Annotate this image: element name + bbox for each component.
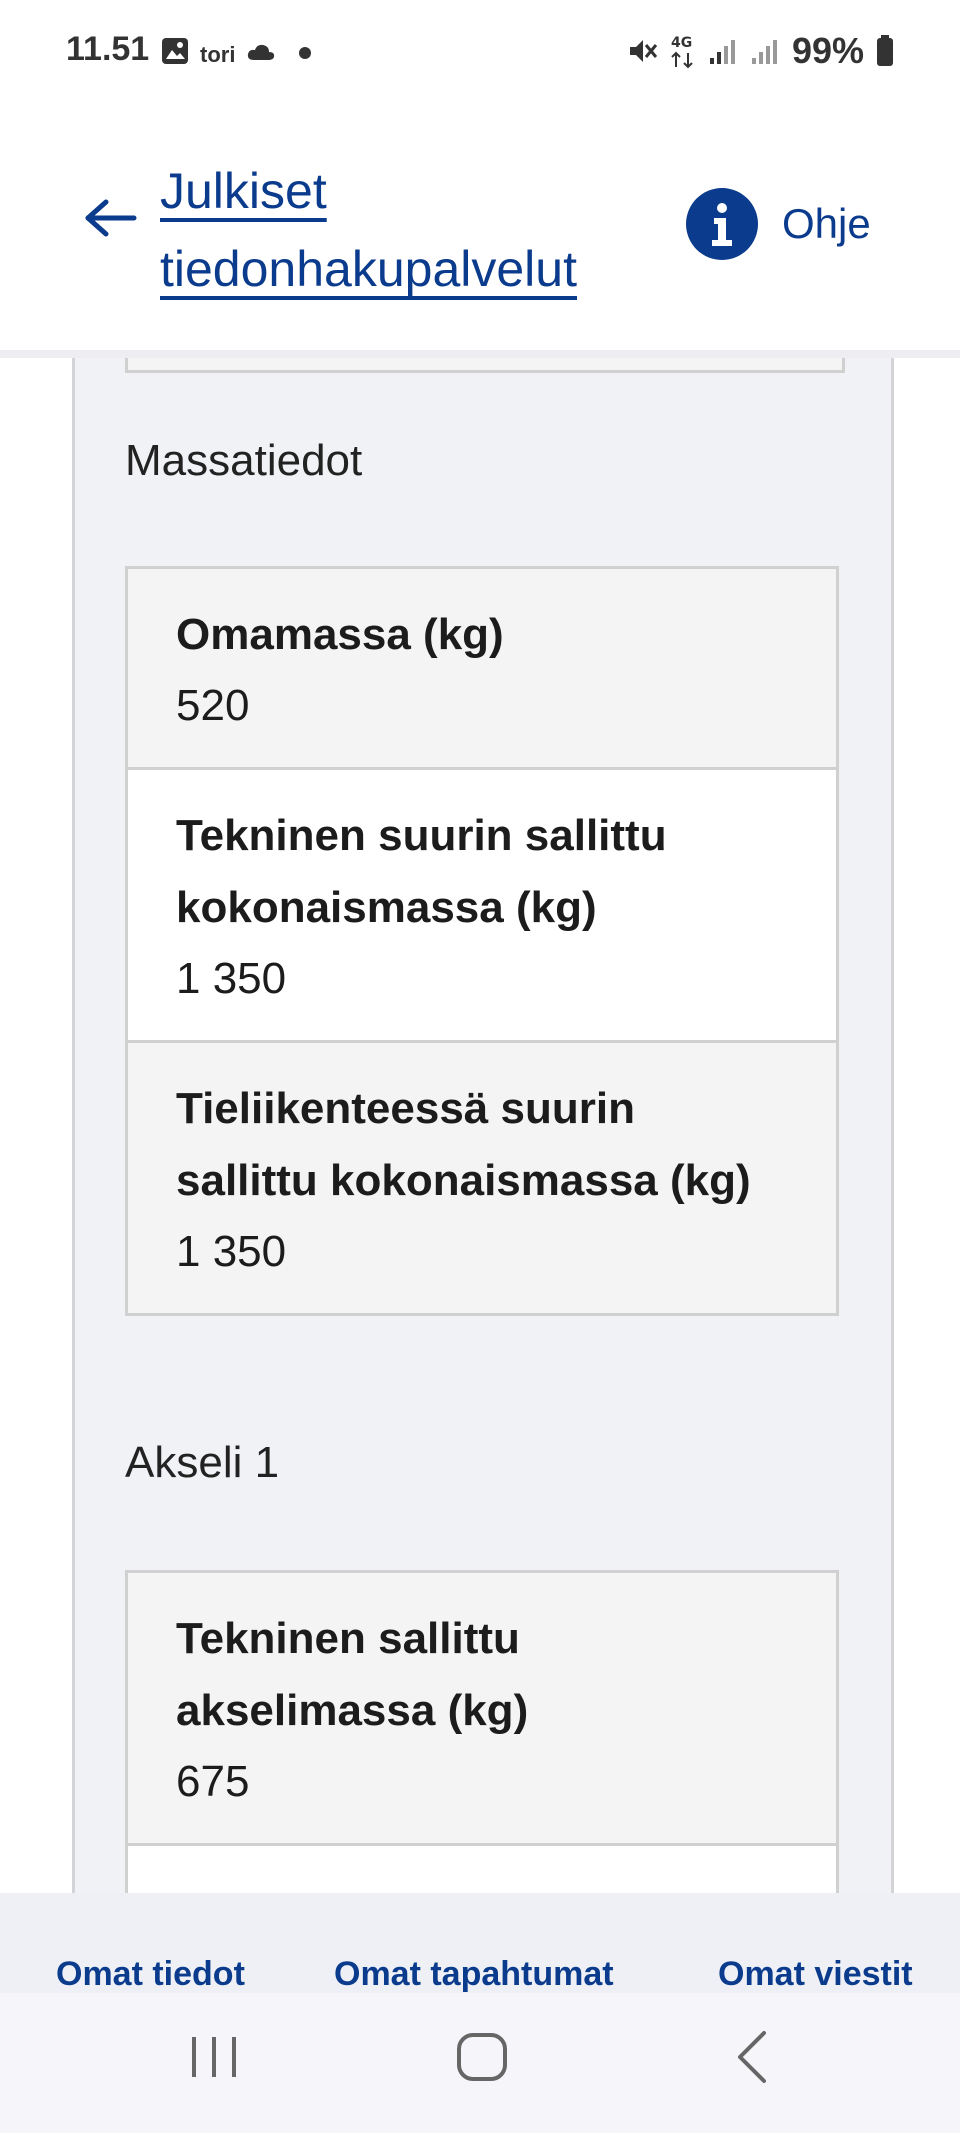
bottom-nav: Omat tiedot Omat tapahtumat Omat viestit	[0, 1893, 960, 1993]
recent-apps-icon[interactable]	[186, 2027, 242, 2087]
system-back-icon[interactable]	[726, 2027, 782, 2087]
table-row: Omamassa (kg) 520	[128, 569, 836, 770]
previous-card-edge	[125, 358, 845, 373]
help-label[interactable]: Ohje	[782, 200, 871, 248]
system-nav-bar	[0, 1993, 960, 2133]
status-bar: 11.51 tori 4G 99%	[0, 0, 960, 110]
status-time: 11.51	[66, 30, 150, 68]
mute-icon	[629, 40, 658, 62]
row-label: Omamassa (kg)	[176, 610, 504, 659]
info-icon[interactable]	[686, 188, 758, 260]
app-header: Julkiset tiedonhakupalvelut Ohje	[0, 110, 960, 358]
help-button[interactable]: Ohje	[686, 188, 871, 260]
main-content: Massatiedot Omamassa (kg) 520 Tekninen s…	[72, 358, 894, 1893]
dot-icon	[299, 47, 311, 59]
4g-icon: 4G	[671, 35, 693, 69]
table-row: Tekninen suurin sallittu kokonaismassa (…	[128, 770, 836, 1043]
header-title-line1[interactable]: Julkiset	[160, 163, 327, 219]
app-label-tori: tori	[200, 42, 236, 67]
row-label: Tekninen sallittu akselimassa (kg)	[176, 1614, 529, 1735]
section-title-mass: Massatiedot	[125, 436, 363, 485]
row-label: Tieliikenteessä sallittu	[176, 1876, 788, 1893]
nav-own-messages[interactable]: Omat viestit	[718, 1955, 913, 1993]
row-value: 675	[176, 1757, 250, 1806]
section-title-axle: Akseli 1	[125, 1438, 280, 1487]
signal-icon	[751, 40, 777, 64]
header-title-line2[interactable]: tiedonhakupalvelut	[160, 241, 577, 297]
mass-card: Omamassa (kg) 520 Tekninen suurin sallit…	[125, 566, 839, 1316]
table-row: Tieliikenteessä suurin sallittu kokonais…	[128, 1043, 836, 1313]
row-label: Tekninen suurin sallittu kokonaismassa (…	[176, 811, 667, 932]
home-icon[interactable]	[454, 2027, 510, 2087]
gallery-icon	[162, 38, 188, 64]
table-row: Tekninen sallittu akselimassa (kg) 675	[128, 1573, 836, 1846]
row-label: Tieliikenteessä suurin sallittu kokonais…	[176, 1084, 751, 1205]
cloud-icon	[247, 44, 275, 60]
arrow-left-icon[interactable]	[84, 198, 138, 238]
header-title-link[interactable]: Julkiset tiedonhakupalvelut	[160, 152, 680, 308]
table-row: Tieliikenteessä sallittu	[128, 1846, 836, 1893]
battery-icon	[877, 35, 893, 66]
row-value: 1 350	[176, 1227, 287, 1276]
row-value: 520	[176, 681, 250, 730]
axle-card: Tekninen sallittu akselimassa (kg) 675 T…	[125, 1570, 839, 1893]
nav-own-info[interactable]: Omat tiedot	[56, 1955, 245, 1993]
signal-icon	[709, 40, 735, 64]
row-value: 1 350	[176, 954, 287, 1003]
battery-percentage: 99%	[791, 30, 864, 71]
nav-own-events[interactable]: Omat tapahtumat	[334, 1955, 614, 1993]
svg-text:4G: 4G	[671, 35, 692, 51]
